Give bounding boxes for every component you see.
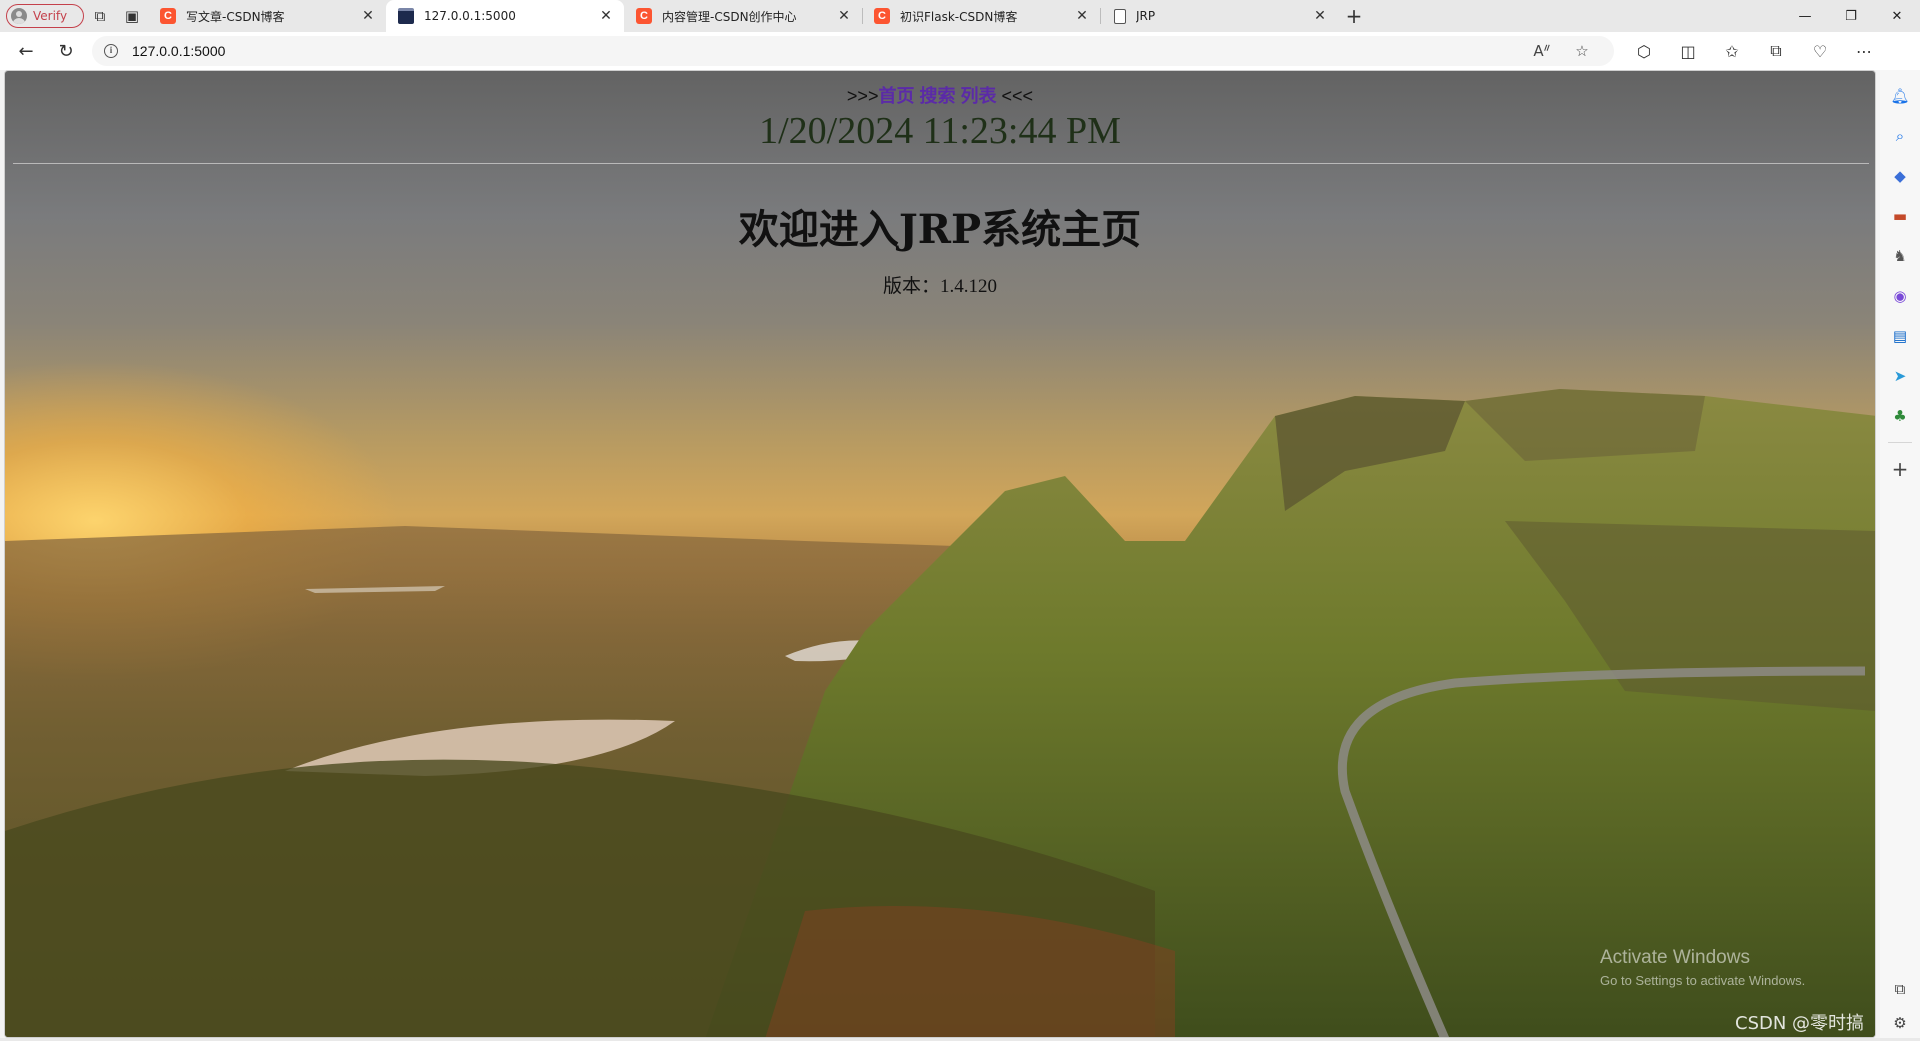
info-icon[interactable]: i <box>104 44 118 58</box>
tab-strip: Verify ⧉ ▣ C 写文章-CSDN博客 ✕ 127.0.0.1:5000… <box>0 0 1920 32</box>
activate-windows-watermark: Activate Windows Go to Settings to activ… <box>1600 947 1805 988</box>
tab-jrp[interactable]: JRP ✕ <box>1100 0 1338 32</box>
tab-localhost[interactable]: 127.0.0.1:5000 ✕ <box>386 0 624 32</box>
extensions-icon[interactable]: ⬡ <box>1622 35 1666 67</box>
nav-link-home[interactable]: 首页 <box>878 86 914 107</box>
games-chess-icon[interactable]: ♞ <box>1886 242 1914 270</box>
page-title: 欢迎进入JRP系统主页 <box>738 206 1142 253</box>
read-aloud-icon[interactable]: Aᐥ <box>1522 42 1562 60</box>
csdn-watermark: CSDN @零时搞学习 <box>1735 1013 1865 1034</box>
edge-sidebar: 🔔︎ ⌕ ◆ ▬ ♞ ◉ ▤ ➤ ♣ + ⧉ ⚙ <box>1880 70 1920 1041</box>
address-url[interactable]: 127.0.0.1:5000 <box>132 43 1522 59</box>
close-icon[interactable]: ✕ <box>1074 8 1090 24</box>
page-viewport: >>>首页 搜索 列表 <<< 1/20/2024 11:23:44 PM 欢迎… <box>4 70 1876 1038</box>
back-icon[interactable]: ← <box>8 35 44 67</box>
tab-actions-icon[interactable]: ▣ <box>116 2 148 30</box>
outlook-icon[interactable]: ▤ <box>1886 322 1914 350</box>
add-sidebar-app-icon[interactable]: + <box>1886 455 1914 483</box>
terminal-icon <box>398 8 414 24</box>
document-icon <box>1114 8 1126 24</box>
sidebar-settings-icon[interactable]: ⚙ <box>1886 1009 1914 1037</box>
collections-icon[interactable]: ⧉ <box>1754 35 1798 67</box>
tab-title: 127.0.0.1:5000 <box>424 9 516 23</box>
tab-csdn-write[interactable]: C 写文章-CSDN博客 ✕ <box>148 0 386 32</box>
nav-link-list[interactable]: 列表 <box>961 86 997 107</box>
close-icon[interactable]: ✕ <box>360 8 376 24</box>
minimize-icon[interactable]: — <box>1782 0 1828 32</box>
restore-icon[interactable]: ❐ <box>1828 0 1874 32</box>
notifications-bell-icon[interactable]: 🔔︎ <box>1886 82 1914 110</box>
csdn-icon: C <box>636 8 652 24</box>
tab-csdn-flask[interactable]: C 初识Flask-CSDN博客 ✕ <box>862 0 1100 32</box>
refresh-icon[interactable]: ↻ <box>48 35 84 67</box>
window-controls: — ❐ ✕ <box>1782 0 1920 32</box>
more-menu-icon[interactable]: ⋯ <box>1842 35 1886 67</box>
tab-title: 写文章-CSDN博客 <box>186 9 285 24</box>
favorites-icon[interactable]: ✩ <box>1710 35 1754 67</box>
tools-briefcase-icon[interactable]: ▬ <box>1886 202 1914 230</box>
new-tab-icon[interactable]: + <box>1338 2 1370 30</box>
workspaces-icon[interactable]: ⧉ <box>84 2 116 30</box>
tab-csdn-content[interactable]: C 内容管理-CSDN创作中心 ✕ <box>624 0 862 32</box>
window-close-icon[interactable]: ✕ <box>1874 0 1920 32</box>
browser-essentials-icon[interactable]: ♡ <box>1798 35 1842 67</box>
split-screen-icon[interactable]: ◫ <box>1666 35 1710 67</box>
tab-title: 初识Flask-CSDN博客 <box>900 9 1018 24</box>
profile-label: Verify <box>33 9 68 23</box>
divider <box>13 163 1869 164</box>
copilot-icon[interactable]: ◉ <box>1886 282 1914 310</box>
nav-link-search[interactable]: 搜索 <box>919 86 955 107</box>
nav-suffix: <<< <box>1001 86 1034 106</box>
nav-prefix: >>> <box>846 86 879 106</box>
address-bar[interactable]: i 127.0.0.1:5000 Aᐥ ☆ <box>92 36 1614 66</box>
page-content: >>>首页 搜索 列表 <<< 1/20/2024 11:23:44 PM 欢迎… <box>5 71 1875 1037</box>
shopping-tag-icon[interactable]: ◆ <box>1886 162 1914 190</box>
avatar-icon <box>11 8 27 24</box>
favorite-star-icon[interactable]: ☆ <box>1562 42 1602 60</box>
activate-subtitle: Go to Settings to activate Windows. <box>1600 973 1806 988</box>
datetime-display: 1/20/2024 11:23:44 PM <box>759 110 1121 152</box>
top-nav: >>>首页 搜索 列表 <<< <box>5 82 1875 108</box>
profile-button[interactable]: Verify <box>6 4 84 28</box>
close-icon[interactable]: ✕ <box>836 8 852 24</box>
tab-title: 内容管理-CSDN创作中心 <box>662 9 797 24</box>
tab-title: JRP <box>1136 9 1156 23</box>
csdn-icon: C <box>874 8 890 24</box>
address-toolbar: ← ↻ i 127.0.0.1:5000 Aᐥ ☆ ⬡ ◫ ✩ ⧉ ♡ ⋯ <box>0 32 1920 70</box>
close-icon[interactable]: ✕ <box>1312 8 1328 24</box>
version-label: 版本：1.4.120 <box>882 276 997 297</box>
send-icon[interactable]: ➤ <box>1886 362 1914 390</box>
activate-title: Activate Windows <box>1600 947 1750 968</box>
csdn-icon: C <box>160 8 176 24</box>
tree-icon[interactable]: ♣ <box>1886 402 1914 430</box>
sidebar-separator <box>1888 442 1912 443</box>
external-open-icon[interactable]: ⧉ <box>1886 975 1914 1003</box>
search-icon[interactable]: ⌕ <box>1886 122 1914 150</box>
close-icon[interactable]: ✕ <box>598 8 614 24</box>
